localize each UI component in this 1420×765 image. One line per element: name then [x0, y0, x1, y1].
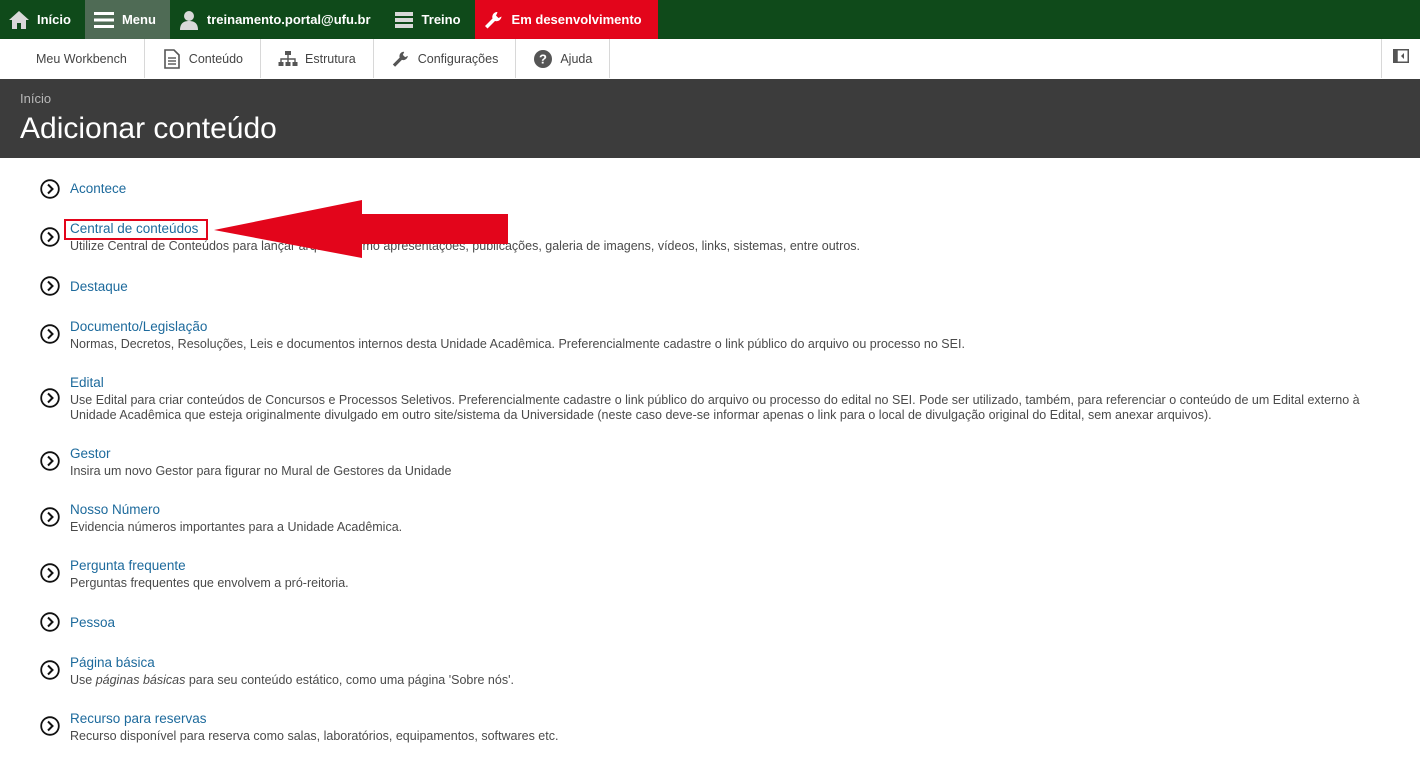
svg-text:?: ?: [539, 51, 547, 66]
tray-help[interactable]: ? Ajuda: [516, 39, 611, 78]
content-type-description: Evidencia números importantes para a Uni…: [70, 520, 403, 534]
description-text: para seu conteúdo estático, como uma pág…: [185, 673, 514, 687]
tray-structure-label: Estrutura: [305, 51, 356, 66]
circle-chevron-right-icon: [40, 716, 60, 736]
wrench-icon: [483, 9, 505, 31]
content-type-link[interactable]: Pessoa: [70, 615, 115, 630]
description-text: Use: [70, 673, 96, 687]
tray-content[interactable]: Conteúdo: [145, 39, 262, 78]
content-type-description: Use páginas básicas para seu conteúdo es…: [70, 673, 1400, 688]
breadcrumb[interactable]: Início: [20, 91, 51, 106]
tray-workbench-label: Meu Workbench: [36, 51, 127, 66]
annotation-highlight-box: [64, 219, 208, 240]
content-type-link[interactable]: Destaque: [70, 279, 128, 294]
circle-chevron-right-icon: [40, 612, 60, 632]
tray-help-label: Ajuda: [560, 51, 593, 66]
content-type-description: Use Edital para criar conteúdos de Concu…: [70, 393, 1360, 422]
admin-toolbar: Início Menu treinamento.portal@ufu.br Tr…: [0, 0, 1420, 39]
tray-workbench[interactable]: Meu Workbench: [0, 39, 145, 78]
page-title: Adicionar conteúdo: [20, 112, 277, 145]
circle-chevron-right-icon: [40, 507, 60, 527]
admin-tray: Meu Workbench Conteúdo Estrutura Configu…: [0, 39, 1420, 80]
sidebar-toggle-icon: [1393, 49, 1409, 68]
toolbar-home[interactable]: Início: [0, 0, 85, 39]
content-type-link[interactable]: Acontece: [70, 181, 126, 196]
toolbar-menu[interactable]: Menu: [84, 0, 170, 39]
circle-chevron-right-icon: [40, 388, 60, 408]
tray-structure[interactable]: Estrutura: [261, 39, 374, 78]
tray-orientation-toggle[interactable]: [1381, 39, 1420, 78]
circle-chevron-right-icon: [40, 660, 60, 680]
content-type-description: Normas, Decretos, Resoluções, Leis e doc…: [70, 337, 965, 351]
content-type-link[interactable]: Nosso Número: [70, 502, 160, 517]
home-icon: [8, 9, 30, 31]
toolbar-menu-label: Menu: [121, 12, 156, 27]
toolbar-user-label: treinamento.portal@ufu.br: [206, 12, 371, 27]
tray-config-label: Configurações: [417, 51, 499, 66]
toolbar-treino[interactable]: Treino: [385, 0, 475, 39]
toolbar-environment-label: Em desenvolvimento: [511, 12, 642, 27]
tray-content-label: Conteúdo: [188, 51, 244, 66]
content-type-description: Recurso disponível para reserva como sal…: [70, 729, 559, 743]
description-emphasis: páginas básicas: [95, 673, 186, 687]
page-header: Início Adicionar conteúdo: [0, 79, 1420, 158]
circle-chevron-right-icon: [40, 451, 60, 471]
toolbar-home-label: Início: [37, 12, 71, 27]
circle-chevron-right-icon: [40, 563, 60, 583]
circle-chevron-right-icon: [40, 324, 60, 344]
circle-chevron-right-icon: [40, 179, 60, 199]
annotation-arrow-icon: [214, 200, 508, 258]
toolbar-treino-label: Treino: [421, 12, 461, 27]
document-icon: [162, 48, 182, 69]
content-type-link[interactable]: Recurso para reservas: [70, 711, 207, 726]
content-type-link[interactable]: Documento/Legislação: [70, 319, 207, 334]
hamburger-icon: [93, 9, 115, 31]
content-type-description: Perguntas frequentes que envolvem a pró-…: [70, 576, 349, 590]
toolbar-user[interactable]: treinamento.portal@ufu.br: [170, 0, 385, 39]
content-type-link[interactable]: Página básica: [70, 655, 155, 670]
server-icon: [393, 9, 415, 31]
content-type-description: Insira um novo Gestor para figurar no Mu…: [70, 464, 452, 478]
content-type-link[interactable]: Gestor: [70, 446, 111, 461]
toolbar-environment[interactable]: Em desenvolvimento: [474, 0, 658, 39]
circle-chevron-right-icon: [40, 276, 60, 296]
user-icon: [178, 9, 200, 31]
sitemap-icon: [278, 49, 298, 69]
tray-config[interactable]: Configurações: [374, 39, 517, 78]
help-icon: ?: [533, 49, 553, 69]
content-type-link[interactable]: Edital: [70, 375, 104, 390]
content-type-link[interactable]: Pergunta frequente: [70, 558, 186, 573]
circle-chevron-right-icon: [40, 227, 60, 247]
wrench-icon: [391, 49, 411, 69]
